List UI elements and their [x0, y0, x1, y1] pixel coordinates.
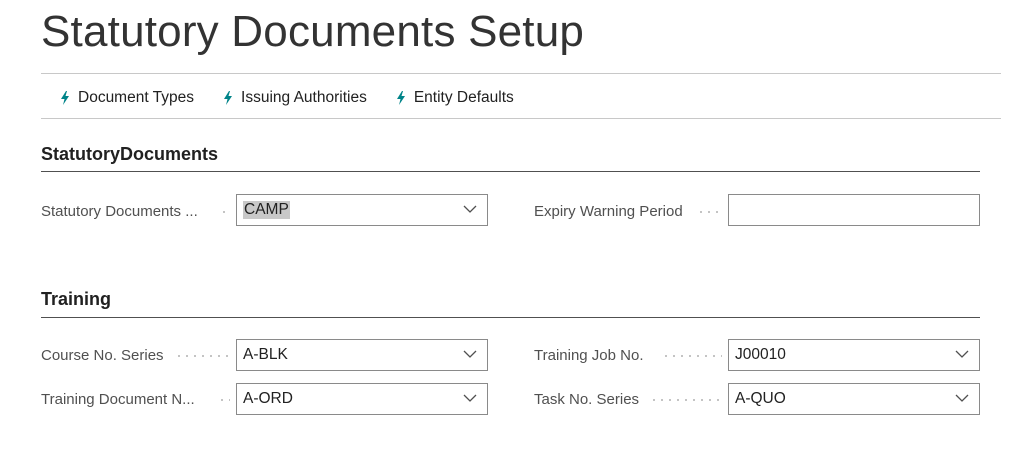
- chevron-down-icon: [463, 205, 477, 213]
- issuing-authorities-label: Issuing Authorities: [241, 89, 367, 106]
- field-leader-dots: [650, 399, 722, 401]
- field-leader-dots: [218, 399, 230, 401]
- lightning-icon: [61, 91, 69, 105]
- lightning-icon: [224, 91, 233, 105]
- document-types-action[interactable]: Document Types: [60, 89, 194, 107]
- training-job-no-select[interactable]: J00010: [728, 339, 980, 371]
- chevron-down-icon: [463, 350, 477, 358]
- training-job-no-value: J00010: [735, 346, 786, 363]
- entity-defaults-action[interactable]: Entity Defaults: [396, 89, 514, 107]
- training-group-divider: [41, 317, 980, 318]
- training-document-nos-value: A-ORD: [243, 390, 293, 407]
- field-leader-dots: [697, 211, 723, 213]
- field-leader-dots: [662, 355, 722, 357]
- chevron-down-icon: [463, 394, 477, 402]
- statutory-documents-group-title[interactable]: StatutoryDocuments: [41, 144, 218, 165]
- course-no-series-value: A-BLK: [243, 346, 288, 363]
- statutory-group-divider: [41, 171, 980, 172]
- issuing-authorities-action[interactable]: Issuing Authorities: [223, 89, 367, 107]
- task-no-series-label: Task No. Series: [534, 391, 640, 408]
- actionbar-divider: [41, 118, 1001, 119]
- field-leader-dots: [220, 211, 230, 213]
- lightning-icon: [396, 91, 405, 105]
- training-job-no-label: Training Job No.: [534, 347, 644, 364]
- entity-defaults-label: Entity Defaults: [413, 89, 514, 106]
- document-types-label: Document Types: [78, 89, 195, 106]
- expiry-warning-period-input[interactable]: [728, 194, 980, 226]
- action-bar: Document Types Issuing Authorities Entit…: [60, 86, 543, 110]
- chevron-down-icon: [955, 350, 969, 358]
- header-divider: [41, 73, 1001, 74]
- task-no-series-value: A-QUO: [735, 390, 786, 407]
- task-no-series-select[interactable]: A-QUO: [728, 383, 980, 415]
- field-leader-dots: [175, 355, 230, 357]
- page-title: Statutory Documents Setup: [41, 7, 585, 56]
- training-document-nos-label: Training Document N...: [41, 391, 195, 408]
- expiry-warning-period-label: Expiry Warning Period: [534, 203, 683, 220]
- statutory-documents-nos-value: CAMP: [243, 201, 290, 219]
- statutory-documents-nos-label: Statutory Documents ...: [41, 203, 198, 220]
- course-no-series-select[interactable]: A-BLK: [236, 339, 488, 371]
- training-document-nos-select[interactable]: A-ORD: [236, 383, 488, 415]
- course-no-series-label: Course No. Series: [41, 347, 164, 364]
- chevron-down-icon: [955, 394, 969, 402]
- training-group-title[interactable]: Training: [41, 289, 111, 310]
- statutory-documents-nos-select[interactable]: CAMP: [236, 194, 488, 226]
